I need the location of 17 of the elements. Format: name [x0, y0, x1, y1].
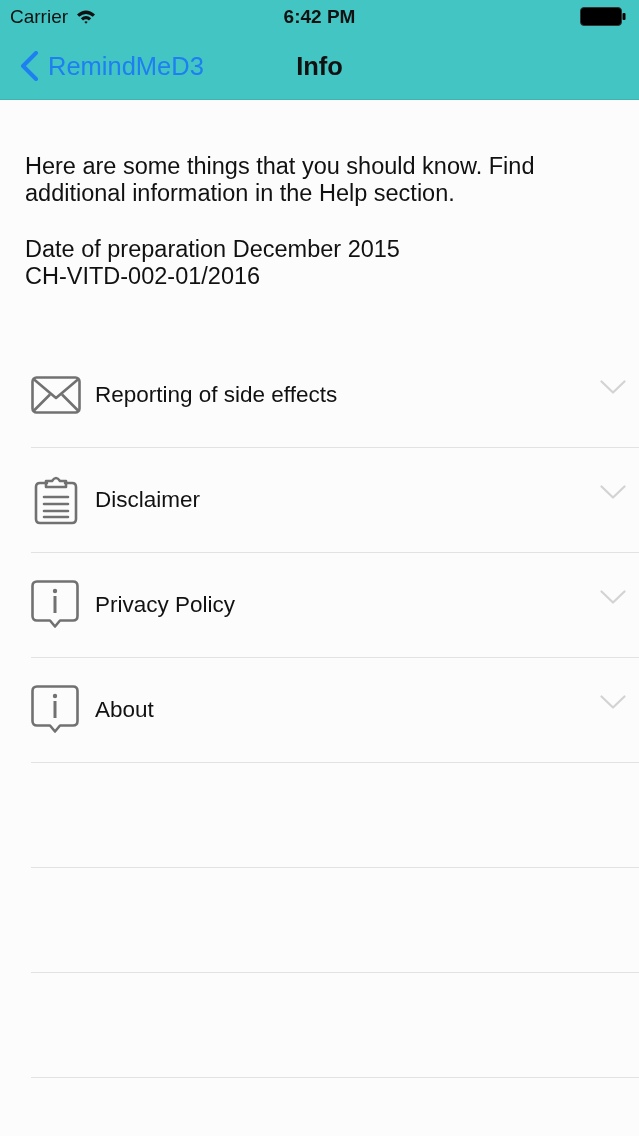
info-bubble-icon — [31, 580, 79, 630]
carrier-label: Carrier — [10, 5, 69, 28]
accordion-row[interactable]: Privacy Policy — [31, 553, 639, 658]
status-time: 6:42 PM — [283, 5, 356, 28]
battery-icon — [580, 7, 626, 26]
nav-title: Info — [296, 51, 343, 81]
document-code: CH-VITD-002-01/2016 — [25, 263, 262, 290]
accordion-row[interactable]: Reporting of side effects — [31, 343, 639, 448]
intro-text: Here are some things that you should know. Find additional information in the Help section. — [25, 153, 536, 207]
wifi-icon — [76, 9, 97, 24]
envelope-icon — [31, 376, 81, 414]
preparation-date: Date of preparation December 2015 — [25, 236, 401, 263]
info-bubble-icon — [31, 685, 79, 735]
accordion-row[interactable]: About — [31, 658, 639, 763]
clipboard-icon — [34, 475, 78, 525]
accordion-row[interactable]: Disclaimer — [31, 448, 639, 553]
chevron-left-icon — [19, 51, 39, 81]
